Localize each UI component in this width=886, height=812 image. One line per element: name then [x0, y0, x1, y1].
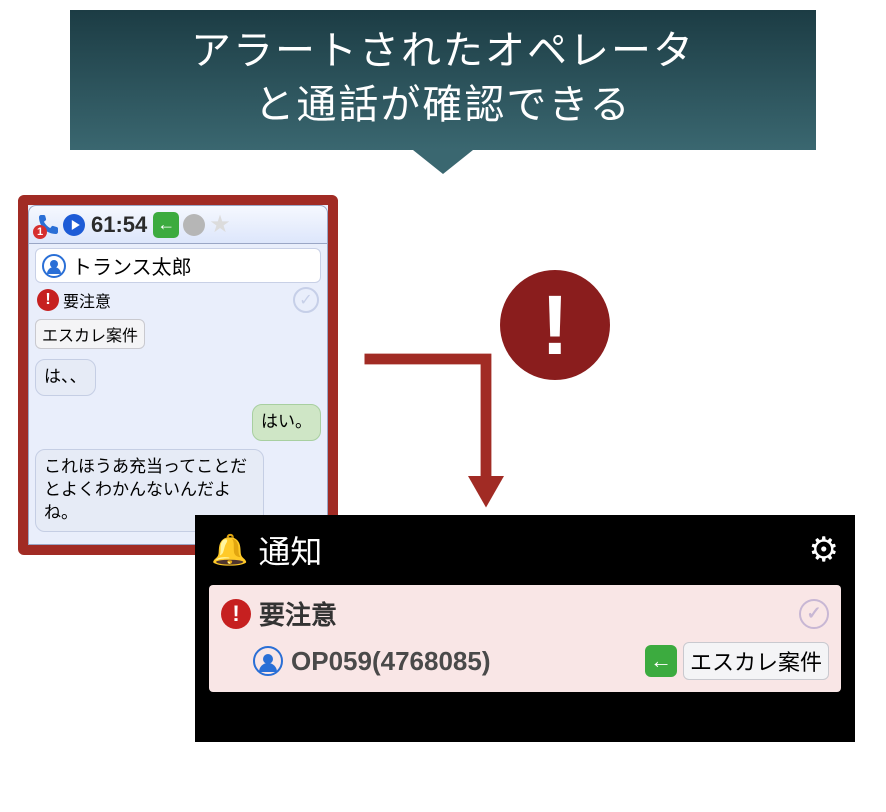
chat-bubble-left: は、、: [35, 359, 96, 396]
phone-icon: 1: [35, 213, 59, 237]
alert-label: 要注意: [63, 288, 111, 312]
banner: アラートされたオペレータ と通話が確認できる: [70, 10, 816, 150]
call-timer: 61:54: [89, 212, 149, 238]
notification-escalation-tag: エスカレ案件: [683, 642, 829, 680]
notification-alert-row: ! 要注意 ✓: [221, 595, 829, 632]
gear-icon[interactable]: ⚙: [809, 530, 839, 570]
notification-card[interactable]: ! 要注意 ✓ OP059(4768085) エスカレ案件: [209, 585, 841, 692]
escalation-tag[interactable]: エスカレ案件: [35, 319, 145, 349]
notification-detail-row: OP059(4768085) エスカレ案件: [221, 640, 829, 682]
notification-title: 通知: [258, 527, 322, 573]
status-dot-icon: [183, 214, 205, 236]
bell-icon: 🔔: [211, 533, 248, 568]
banner-line1: アラートされたオペレータ: [80, 24, 806, 78]
big-alert-icon: !: [500, 270, 610, 380]
banner-arrow-down-icon: [413, 150, 473, 174]
notification-operator: OP059(4768085): [291, 646, 490, 677]
banner-line2: と通話が確認できる: [80, 78, 806, 132]
operator-name-row: トランス太郎: [35, 248, 321, 283]
chat-header: 1 61:54 ★: [28, 205, 328, 244]
chat-card: 1 61:54 ★ トランス太郎 ! 要注意 ✓ エスカレ案件 は、、 はい。 …: [18, 195, 338, 555]
star-icon[interactable]: ★: [209, 210, 231, 239]
operator-name: トランス太郎: [72, 251, 192, 280]
check-icon[interactable]: ✓: [293, 287, 319, 313]
notification-header: 🔔 通知 ⚙: [195, 515, 855, 585]
chat-bubble-right: はい。: [252, 404, 321, 441]
notification-panel: 🔔 通知 ⚙ ! 要注意 ✓ OP059(4768085) エスカレ案件: [195, 515, 855, 742]
play-icon[interactable]: [63, 214, 85, 236]
alert-row: ! 要注意 ✓: [35, 283, 321, 317]
big-alert-symbol: !: [541, 283, 569, 367]
login-icon: [645, 645, 677, 677]
login-icon[interactable]: [153, 212, 179, 238]
alert-icon: !: [37, 289, 59, 311]
phone-badge: 1: [33, 225, 47, 239]
user-icon: [253, 646, 283, 676]
check-icon[interactable]: ✓: [799, 599, 829, 629]
notification-alert-label: 要注意: [259, 595, 337, 632]
user-icon: [42, 254, 66, 278]
chat-body: トランス太郎 ! 要注意 ✓ エスカレ案件 は、、 はい。 これほうあ充当ってこ…: [28, 244, 328, 545]
alert-icon: !: [221, 599, 251, 629]
